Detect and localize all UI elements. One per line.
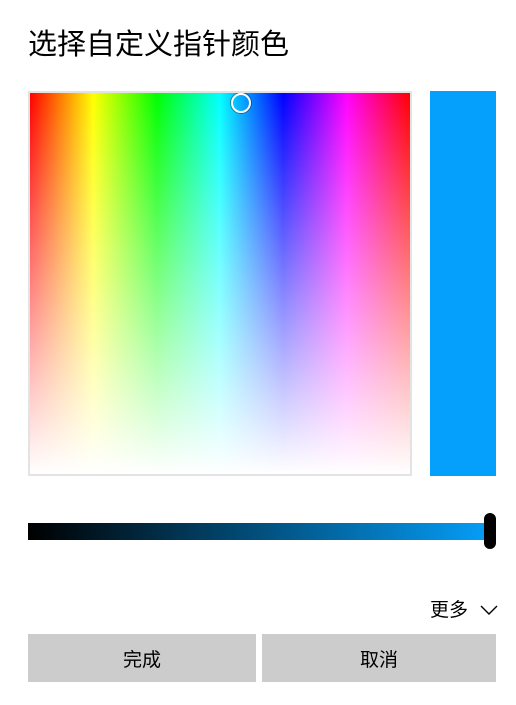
brightness-slider-track[interactable]	[28, 523, 496, 540]
done-button[interactable]: 完成	[28, 634, 256, 682]
dialog-title: 选择自定义指针颜色	[28, 27, 290, 61]
color-picker-dialog: 选择自定义指针颜色 更多 完成 取消	[0, 0, 516, 705]
color-preview-swatch	[430, 91, 496, 476]
spectrum-saturation-layer	[30, 93, 410, 474]
brightness-slider-thumb[interactable]	[484, 513, 496, 549]
spectrum-selector-handle[interactable]	[231, 93, 252, 113]
color-spectrum[interactable]	[28, 91, 412, 476]
more-options-label: 更多	[429, 599, 468, 621]
chevron-down-icon	[480, 602, 498, 618]
brightness-slider[interactable]	[28, 513, 496, 549]
cancel-button[interactable]: 取消	[262, 634, 496, 682]
more-options-toggle[interactable]: 更多	[429, 596, 498, 624]
